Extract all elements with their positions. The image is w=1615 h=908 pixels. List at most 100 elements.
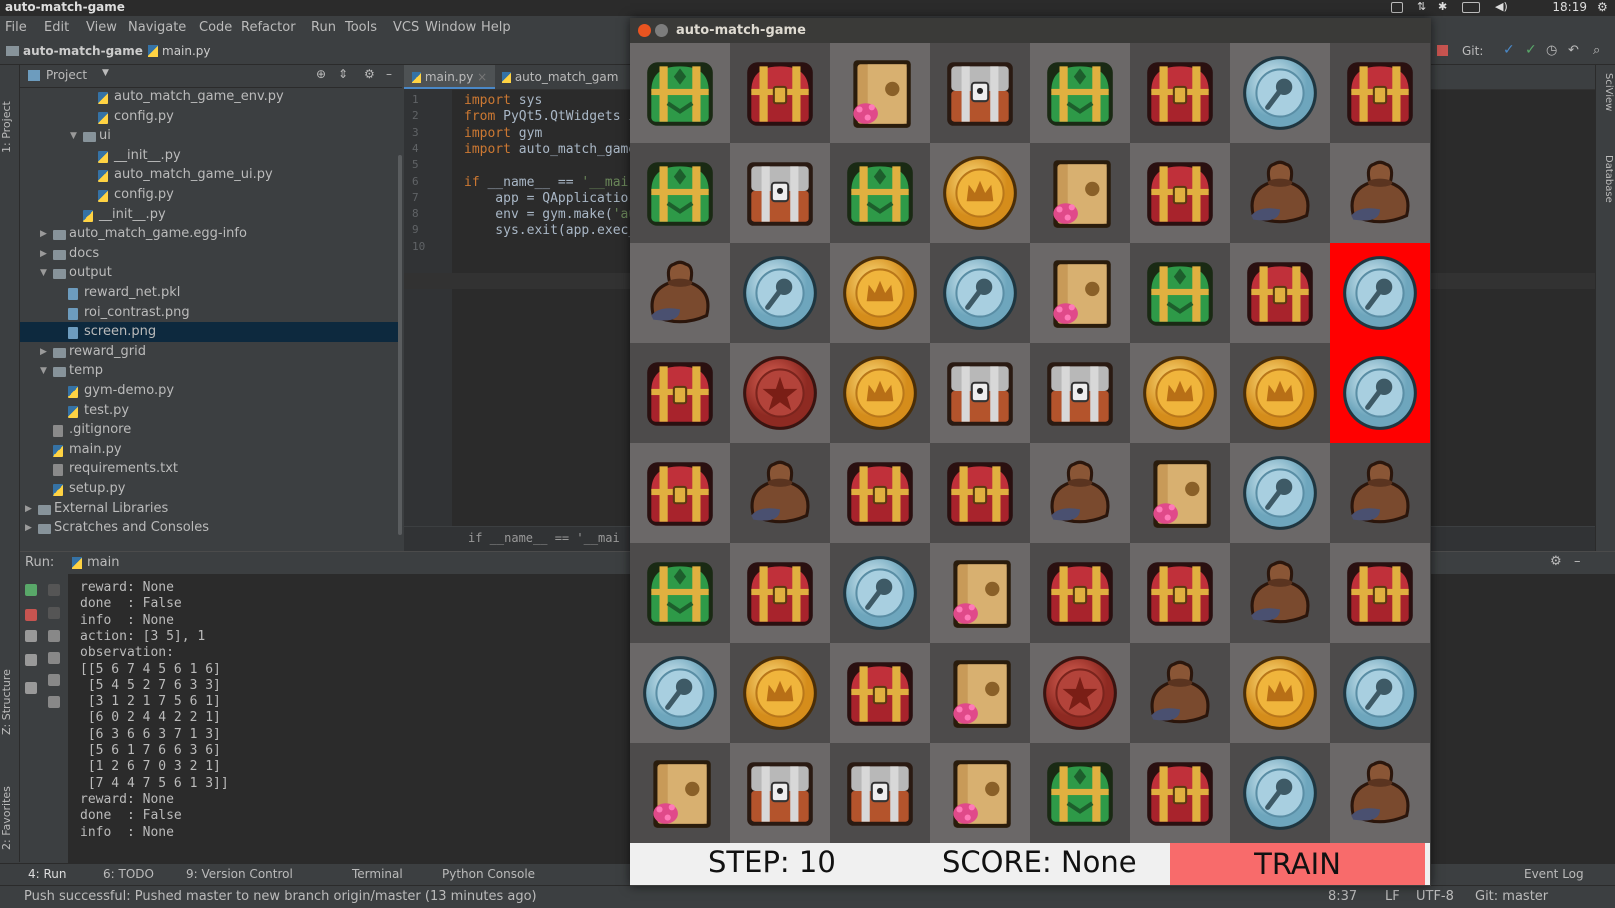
board-cell[interactable] — [1130, 543, 1230, 643]
menu-edit[interactable]: Edit — [44, 20, 69, 35]
trash-icon[interactable] — [48, 696, 60, 708]
tree-item[interactable]: screen.png — [20, 322, 402, 343]
board-cell[interactable] — [1030, 443, 1130, 543]
tab-run[interactable]: 4: Run — [28, 867, 67, 881]
tree-item[interactable]: auto_match_game_ui.py — [20, 165, 402, 185]
board-cell[interactable] — [930, 243, 1030, 343]
board-cell[interactable] — [830, 43, 930, 143]
board-cell[interactable] — [630, 443, 730, 543]
gear-icon[interactable]: ⚙ — [1550, 554, 1562, 569]
tree-item[interactable]: setup.py — [20, 479, 402, 499]
board-cell[interactable] — [1130, 43, 1230, 143]
tree-item[interactable]: ▼ output — [20, 263, 402, 283]
scrollbar[interactable] — [398, 155, 402, 535]
board-cell[interactable] — [630, 243, 730, 343]
git-branch[interactable]: Git: master — [1475, 889, 1548, 904]
board-cell[interactable] — [1130, 443, 1230, 543]
menu-tools[interactable]: Tools — [345, 20, 377, 35]
board-cell[interactable] — [1130, 743, 1230, 843]
tree-item[interactable]: gym-demo.py — [20, 381, 402, 401]
down-arrow-icon[interactable] — [48, 607, 60, 619]
editor-breadcrumb[interactable]: if __name__ == '__mai — [468, 531, 620, 545]
board-cell[interactable] — [730, 243, 830, 343]
tree-item[interactable]: requirements.txt — [20, 459, 402, 479]
print-icon[interactable] — [48, 674, 60, 686]
tree-item[interactable]: main.py — [20, 440, 402, 460]
tab-todo[interactable]: 6: TODO — [103, 867, 154, 881]
board-cell[interactable] — [1030, 243, 1130, 343]
board-cell[interactable] — [1330, 243, 1430, 343]
board-cell[interactable] — [1230, 643, 1330, 743]
tree-item[interactable]: __init__.py — [20, 205, 402, 225]
up-arrow-icon[interactable] — [48, 584, 60, 596]
board-cell[interactable] — [1230, 143, 1330, 243]
menu-help[interactable]: Help — [481, 20, 511, 35]
board-cell[interactable] — [1330, 743, 1430, 843]
tab-project[interactable]: 1: Project — [0, 73, 19, 153]
battery-icon[interactable] — [1462, 2, 1480, 13]
revert-icon[interactable]: ↶ — [1568, 43, 1579, 58]
board-cell[interactable] — [930, 543, 1030, 643]
board-cell[interactable] — [830, 643, 930, 743]
board-cell[interactable] — [730, 143, 830, 243]
board-cell[interactable] — [1330, 143, 1430, 243]
rerun-icon[interactable] — [25, 584, 37, 596]
close-window-button[interactable] — [638, 24, 651, 37]
hide-icon[interactable]: – — [1574, 554, 1581, 569]
caret-position[interactable]: 8:37 — [1328, 889, 1357, 904]
tree-item[interactable]: ▶ auto_match_game.egg-info — [20, 224, 402, 244]
tree-item[interactable]: ▶ Scratches and Consoles — [20, 518, 402, 538]
tree-item[interactable]: reward_net.pkl — [20, 283, 402, 303]
tab-terminal[interactable]: Terminal — [352, 867, 403, 881]
board-cell[interactable] — [1030, 143, 1130, 243]
chevron-right-icon[interactable]: ▶ — [40, 244, 47, 264]
wrap-icon[interactable] — [48, 630, 60, 642]
clock[interactable]: 18:19 — [1552, 0, 1587, 14]
board-cell[interactable] — [730, 543, 830, 643]
stop-icon[interactable] — [1437, 45, 1448, 56]
chevron-down-icon[interactable]: ▼ — [70, 126, 77, 146]
tree-item[interactable]: __init__.py — [20, 146, 402, 166]
tree-item[interactable]: ▶ External Libraries — [20, 499, 402, 519]
menu-file[interactable]: File — [5, 20, 27, 35]
tab-version-control[interactable]: 9: Version Control — [186, 867, 293, 881]
tree-item[interactable]: ▼ ui — [20, 126, 402, 146]
board-cell[interactable] — [930, 743, 1030, 843]
chevron-right-icon[interactable]: ▶ — [40, 224, 47, 244]
board-cell[interactable] — [1230, 343, 1330, 443]
bluetooth-icon[interactable]: ✱ — [1438, 0, 1450, 13]
tree-item[interactable]: ▶ reward_grid — [20, 342, 402, 362]
board-cell[interactable] — [930, 643, 1030, 743]
line-separator[interactable]: LF — [1385, 889, 1400, 904]
tree-item[interactable]: test.py — [20, 401, 402, 421]
board-cell[interactable] — [1030, 43, 1130, 143]
game-window-titlebar[interactable]: auto-match-game — [630, 18, 1431, 43]
tab-python-console[interactable]: Python Console — [442, 867, 535, 881]
tree-item[interactable]: ▼ temp — [20, 361, 402, 381]
board-cell[interactable] — [1030, 643, 1130, 743]
board-cell[interactable] — [630, 743, 730, 843]
tab-main-py[interactable]: main.py × — [404, 65, 496, 89]
chevron-right-icon[interactable]: ▶ — [40, 342, 47, 362]
board-cell[interactable] — [830, 743, 930, 843]
run-config-tab[interactable]: main — [87, 555, 119, 570]
board-cell[interactable] — [630, 343, 730, 443]
chevron-down-icon[interactable]: ▼ — [102, 68, 109, 78]
scroll-end-icon[interactable] — [48, 652, 60, 664]
board-cell[interactable] — [1330, 443, 1430, 543]
board-cell[interactable] — [1130, 243, 1230, 343]
board-cell[interactable] — [1230, 743, 1330, 843]
board-cell[interactable] — [1330, 43, 1430, 143]
git-update-icon[interactable]: ✓ — [1503, 42, 1515, 58]
volume-icon[interactable]: ◀) — [1495, 0, 1508, 13]
chevron-down-icon[interactable]: ▼ — [40, 263, 47, 283]
keyboard-icon[interactable] — [1391, 2, 1403, 13]
board-cell[interactable] — [730, 343, 830, 443]
board-cell[interactable] — [930, 143, 1030, 243]
status-message[interactable]: Push successful: Pushed master to new br… — [24, 889, 537, 904]
tab-event-log[interactable]: Event Log — [1524, 867, 1584, 881]
search-icon[interactable]: ⌕ — [1593, 43, 1600, 58]
board-cell[interactable] — [830, 343, 930, 443]
board-cell[interactable] — [830, 143, 930, 243]
board-cell[interactable] — [1330, 543, 1430, 643]
